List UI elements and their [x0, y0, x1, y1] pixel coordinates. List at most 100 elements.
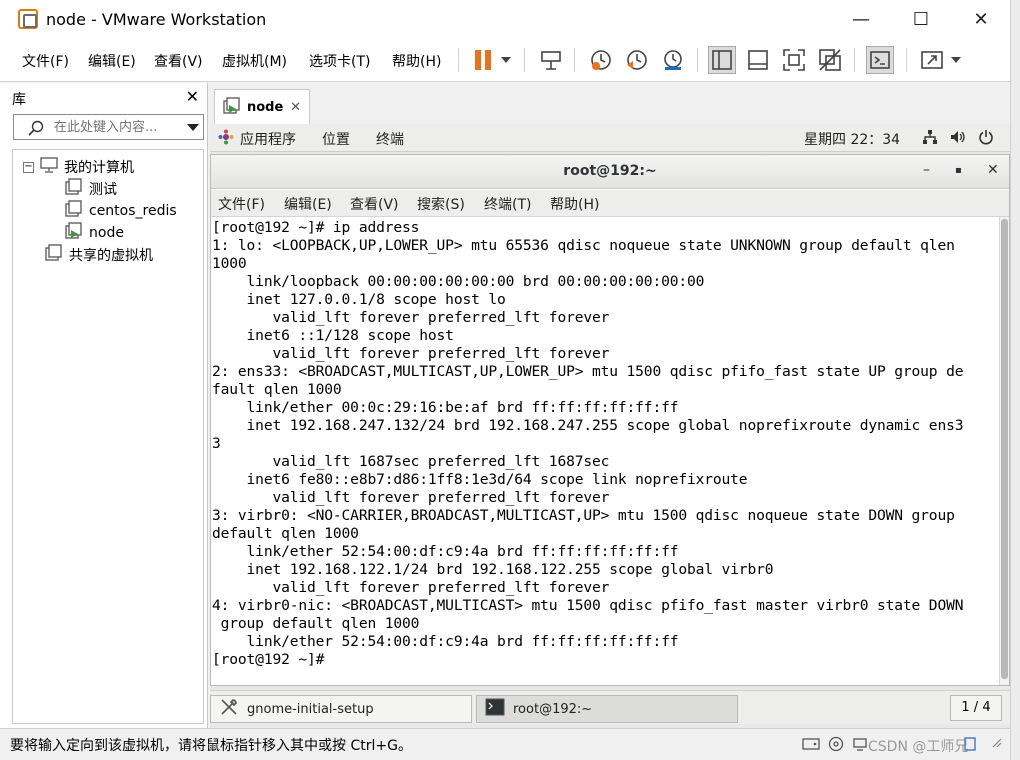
maximize-button[interactable]: ☐: [898, 0, 944, 38]
terminal-line: valid_lft forever preferred_lft forever: [212, 345, 610, 362]
library-search-input[interactable]: [54, 118, 178, 136]
gnome-applications-menu[interactable]: 应用程序: [240, 129, 296, 149]
revert-snapshot-icon[interactable]: [623, 46, 651, 74]
title-bar: node - VMware Workstation — ☐ ✕: [0, 0, 1010, 38]
running-vm-icon: [223, 96, 241, 119]
volume-icon[interactable]: [950, 129, 966, 149]
terminal-minimize-button[interactable]: –: [923, 162, 930, 178]
tree-item-vm[interactable]: 测试: [65, 178, 117, 200]
terminal-line: valid_lft 1687sec preferred_lft 1687sec: [212, 453, 610, 470]
terminal-window[interactable]: root@192:~ – ▪ ✕ 文件(F) 编辑(E) 查看(V) 搜索(S)…: [210, 154, 1010, 686]
terminal-line: valid_lft forever preferred_lft forever: [212, 309, 610, 326]
power-icon[interactable]: [978, 129, 994, 149]
taskbar-item-terminal[interactable]: root@192:~: [476, 695, 738, 723]
terminal-menu-help[interactable]: 帮助(H): [550, 194, 599, 214]
library-search[interactable]: [13, 114, 204, 140]
usb-icon[interactable]: [962, 736, 978, 756]
tab-close-button[interactable]: ✕: [290, 100, 301, 115]
window-title: node - VMware Workstation: [46, 9, 267, 29]
tree-item-vm[interactable]: centos_redis: [65, 200, 177, 222]
terminal-prompt: [root@192 ~]#: [212, 651, 333, 668]
toolbar-separator: [524, 48, 525, 72]
menu-view[interactable]: 查看(V): [154, 51, 203, 71]
terminal-menu-terminal[interactable]: 终端(T): [484, 194, 531, 214]
terminal-menu-search[interactable]: 搜索(S): [417, 194, 465, 214]
terminal-close-button[interactable]: ✕: [987, 162, 999, 178]
terminal-line: 2: ens33: <BROADCAST,MULTICAST,UP,LOWER_…: [212, 363, 964, 380]
terminal-maximize-button[interactable]: ▪: [955, 165, 962, 176]
tree-item-vm-node[interactable]: node: [65, 222, 124, 244]
terminal-line: inet 192.168.247.132/24 brd 192.168.247.…: [212, 417, 964, 434]
tree-label: 我的计算机: [64, 160, 134, 176]
network-adapter-icon[interactable]: [852, 736, 868, 756]
terminal-line: 3: [212, 435, 221, 452]
library-view-icon[interactable]: [708, 46, 736, 74]
minimize-button[interactable]: —: [838, 0, 884, 38]
hard-disk-icon[interactable]: [802, 736, 820, 756]
toolbar-separator: [854, 48, 855, 72]
terminal-line: [root@192 ~]# ip address: [212, 219, 420, 236]
gnome-places-menu[interactable]: 位置: [322, 129, 350, 149]
gnome-terminal-menu[interactable]: 终端: [376, 129, 404, 149]
toolbar-separator: [458, 48, 459, 72]
menu-tabs[interactable]: 选项卡(T): [309, 51, 370, 71]
gnome-logo-icon[interactable]: [218, 129, 234, 149]
terminal-line: inet6 ::1/128 scope host: [212, 327, 454, 344]
terminal-line: valid_lft forever preferred_lft forever: [212, 489, 610, 506]
unity-icon[interactable]: [816, 46, 844, 74]
guest-screen[interactable]: 应用程序 位置 终端 星期四 22：34 root@192:~ – ▪ ✕ 文件…: [210, 124, 1010, 728]
gnome-top-bar: 应用程序 位置 终端 星期四 22：34: [210, 124, 1010, 152]
toolbar-separator: [574, 48, 575, 72]
tree-item-my-computer[interactable]: − 我的计算机: [23, 156, 134, 178]
thumbnail-view-icon[interactable]: [744, 46, 772, 74]
terminal-line: default qlen 1000: [212, 525, 359, 542]
stretch-icon[interactable]: [918, 46, 946, 74]
workspace-switcher[interactable]: 1 / 4: [950, 695, 1002, 721]
send-ctrl-alt-del-icon[interactable]: [537, 46, 565, 74]
terminal-cursor: [332, 652, 342, 668]
terminal-menubar: 文件(F) 编辑(E) 查看(V) 搜索(S) 终端(T) 帮助(H): [211, 190, 1009, 217]
menu-edit[interactable]: 编辑(E): [88, 51, 136, 71]
dropdown-icon[interactable]: [946, 46, 966, 74]
snapshot-icon[interactable]: [587, 46, 615, 74]
tab-node[interactable]: node ✕: [214, 89, 310, 125]
vm-icon: [65, 178, 83, 200]
vm-tree: − 我的计算机 测试 centos_redis node 共享的虚拟机: [12, 149, 204, 724]
terminal-scrollbar[interactable]: [999, 217, 1009, 685]
terminal-output[interactable]: [root@192 ~]# ip address 1: lo: <LOOPBAC…: [211, 217, 999, 685]
terminal-line: 1: lo: <LOOPBACK,UP,LOWER_UP> mtu 65536 …: [212, 237, 955, 254]
resize-grip-icon[interactable]: [990, 736, 1002, 752]
pause-icon[interactable]: [469, 46, 497, 74]
terminal-menu-file[interactable]: 文件(F): [218, 194, 265, 214]
menu-help[interactable]: 帮助(H): [392, 51, 441, 71]
vmware-window: node - VMware Workstation — ☐ ✕ 文件(F) 编辑…: [0, 0, 1010, 760]
chevron-down-icon[interactable]: [187, 124, 199, 131]
terminal-prompt-line: [root@192 ~]#: [212, 651, 342, 669]
terminal-title: root@192:~: [563, 163, 657, 179]
taskbar-item-initial-setup[interactable]: gnome-initial-setup: [210, 695, 472, 723]
running-vm-icon: [65, 222, 83, 244]
terminal-line: 3: virbr0: <NO-CARRIER,BROADCAST,MULTICA…: [212, 507, 955, 524]
fullscreen-icon[interactable]: [780, 46, 808, 74]
console-view-icon[interactable]: [866, 46, 894, 74]
collapse-toggle-icon[interactable]: −: [23, 161, 34, 173]
snapshot-manager-icon[interactable]: [659, 46, 687, 74]
close-button[interactable]: ✕: [958, 0, 1004, 38]
dropdown-icon[interactable]: [496, 46, 516, 74]
menu-file[interactable]: 文件(F): [22, 51, 69, 71]
tree-label: centos_redis: [89, 203, 177, 219]
terminal-menu-edit[interactable]: 编辑(E): [284, 194, 332, 214]
library-close-button[interactable]: ✕: [186, 87, 199, 106]
menu-vm[interactable]: 虚拟机(M): [222, 51, 287, 71]
tools-icon: [219, 697, 239, 721]
tree-item-shared[interactable]: 共享的虚拟机: [45, 244, 153, 266]
tab-strip: node ✕: [210, 83, 1010, 125]
scrollbar-thumb[interactable]: [1001, 219, 1008, 679]
cd-drive-icon[interactable]: [828, 736, 844, 756]
toolbar-separator: [697, 48, 698, 72]
gnome-clock[interactable]: 星期四 22：34: [804, 129, 900, 149]
terminal-line: 1000: [212, 255, 247, 272]
search-icon: [28, 120, 44, 140]
network-icon[interactable]: [922, 129, 938, 149]
terminal-menu-view[interactable]: 查看(V): [350, 194, 399, 214]
